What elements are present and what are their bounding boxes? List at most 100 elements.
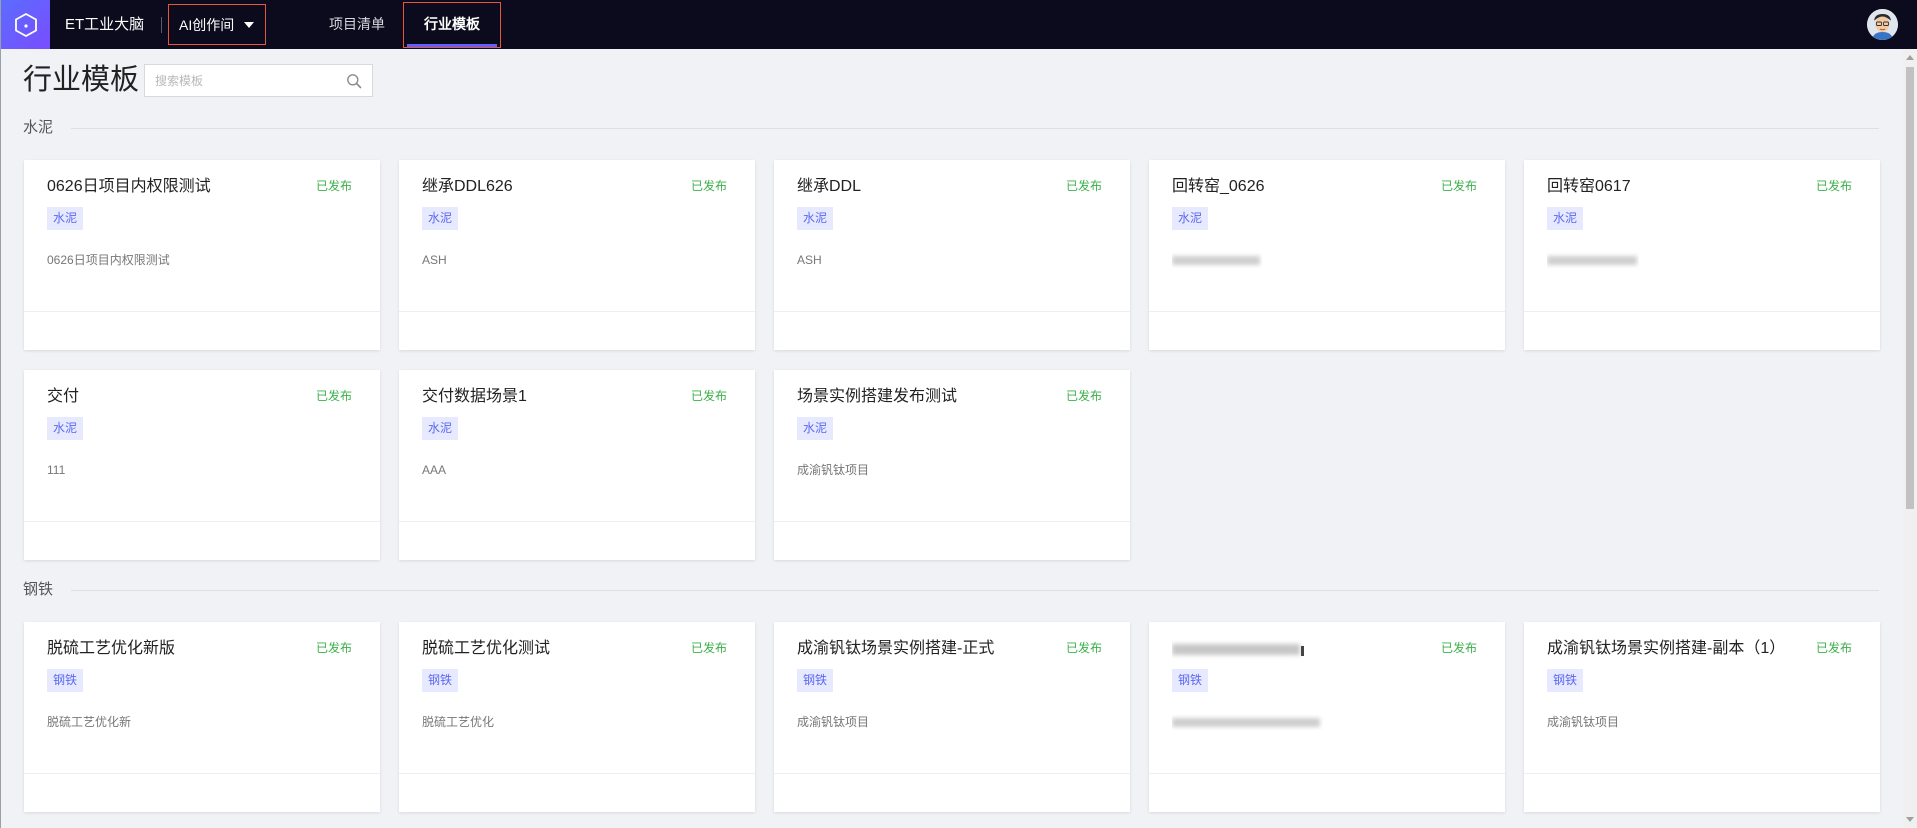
- card-title: 回转窑0617: [1547, 178, 1631, 195]
- industry-tag: 水泥: [422, 207, 459, 230]
- industry-tag: 钢铁: [1172, 669, 1209, 692]
- card-title: 脱硫工艺优化新版: [47, 640, 176, 657]
- vertical-scrollbar[interactable]: [1903, 49, 1917, 828]
- card-description: ASH: [797, 253, 822, 267]
- status-badge: 已发布: [690, 179, 727, 193]
- ai-studio-label: AI创作间: [179, 16, 235, 33]
- status-badge: 已发布: [1065, 179, 1102, 193]
- card-footer: [1149, 311, 1505, 350]
- redacted-text: [1172, 644, 1304, 656]
- section-divider: [71, 128, 1879, 129]
- card-title: 继承DDL: [797, 178, 862, 195]
- industry-tag: 水泥: [1547, 207, 1584, 230]
- card-title-redacted: [1172, 638, 1307, 667]
- card-footer: [24, 521, 380, 560]
- template-card[interactable]: 交付数据场景1 已发布 水泥 AAA: [399, 370, 755, 560]
- redacted-text: [1172, 256, 1260, 265]
- section-title-steel: 钢铁: [23, 581, 54, 598]
- status-badge: 已发布: [690, 389, 727, 403]
- card-description: 成渝钒钛项目: [797, 463, 870, 477]
- scroll-down-icon[interactable]: [1906, 817, 1914, 822]
- industry-tag: 钢铁: [47, 669, 84, 692]
- template-card[interactable]: 交付 已发布 水泥 111: [24, 370, 380, 560]
- card-title: 脱硫工艺优化测试: [422, 640, 551, 657]
- search-input[interactable]: [145, 65, 335, 96]
- status-badge: 已发布: [1440, 179, 1477, 193]
- card-description-redacted: [1547, 252, 1639, 272]
- top-navigation-bar: ET工业大脑 AI创作间 项目清单 行业模板: [1, 0, 1917, 49]
- industry-tag: 钢铁: [797, 669, 834, 692]
- template-card[interactable]: 继承DDL 已发布 水泥 ASH: [774, 160, 1130, 350]
- template-card[interactable]: 0626日项目内权限测试 已发布 水泥 0626日项目内权限测试: [24, 160, 380, 350]
- card-title: 交付: [47, 388, 80, 405]
- industry-tag: 水泥: [47, 417, 84, 440]
- card-title: 0626日项目内权限测试: [47, 178, 211, 195]
- template-card[interactable]: 继承DDL626 已发布 水泥 ASH: [399, 160, 755, 350]
- scrollbar-thumb[interactable]: [1906, 67, 1914, 509]
- scroll-up-icon[interactable]: [1906, 55, 1914, 60]
- card-description: 成渝钒钛项目: [1547, 715, 1620, 729]
- card-footer: [774, 773, 1130, 812]
- card-footer: [399, 773, 755, 812]
- card-footer: [399, 521, 755, 560]
- status-badge: 已发布: [1065, 641, 1102, 655]
- status-badge: 已发布: [315, 641, 352, 655]
- search-icon[interactable]: [346, 73, 362, 89]
- template-card[interactable]: 脱硫工艺优化新版 已发布 钢铁 脱硫工艺优化新: [24, 622, 380, 812]
- template-card[interactable]: 回转窑0617 已发布 水泥: [1524, 160, 1880, 350]
- card-description-redacted: [1172, 714, 1324, 734]
- card-footer: [24, 311, 380, 350]
- template-card[interactable]: 成渝钒钛场景实例搭建-副本（1） 已发布 钢铁 成渝钒钛项目: [1524, 622, 1880, 812]
- status-badge: 已发布: [1440, 641, 1477, 655]
- card-description: 脱硫工艺优化新: [47, 715, 132, 729]
- ai-studio-dropdown[interactable]: AI创作间: [168, 4, 266, 45]
- status-badge: 已发布: [690, 641, 727, 655]
- active-nav-indicator: [407, 44, 497, 47]
- status-badge: 已发布: [315, 179, 352, 193]
- nav-industry-templates[interactable]: 行业模板: [403, 2, 501, 48]
- logo-icon[interactable]: [1, 0, 50, 49]
- card-title: 场景实例搭建发布测试: [797, 388, 958, 405]
- card-description-redacted: [1172, 252, 1262, 272]
- nav-project-list[interactable]: 项目清单: [329, 0, 385, 49]
- card-footer: [1524, 311, 1880, 350]
- status-badge: 已发布: [1815, 641, 1852, 655]
- card-description: 脱硫工艺优化: [422, 715, 495, 729]
- card-title: 回转窑_0626: [1172, 178, 1265, 195]
- template-card[interactable]: 场景实例搭建发布测试 已发布 水泥 成渝钒钛项目: [774, 370, 1130, 560]
- industry-tag: 水泥: [47, 207, 84, 230]
- section-title-cement: 水泥: [23, 119, 54, 136]
- card-description: 成渝钒钛项目: [797, 715, 870, 729]
- card-title: 成渝钒钛场景实例搭建-正式: [797, 640, 995, 657]
- template-card[interactable]: 已发布 钢铁: [1149, 622, 1505, 812]
- industry-tag: 水泥: [422, 417, 459, 440]
- search-box: [144, 64, 373, 97]
- status-badge: 已发布: [1815, 179, 1852, 193]
- card-footer: [774, 311, 1130, 350]
- status-badge: 已发布: [315, 389, 352, 403]
- card-footer: [24, 773, 380, 812]
- avatar-icon: [1867, 9, 1898, 40]
- section-divider: [71, 590, 1879, 591]
- card-footer: [1149, 773, 1505, 812]
- card-description: ASH: [422, 253, 447, 267]
- industry-tag: 水泥: [797, 207, 834, 230]
- industry-tag: 水泥: [1172, 207, 1209, 230]
- industry-tag: 水泥: [797, 417, 834, 440]
- card-description: AAA: [422, 463, 447, 477]
- app-name[interactable]: ET工业大脑: [65, 0, 144, 49]
- industry-tag: 钢铁: [1547, 669, 1584, 692]
- card-title: 成渝钒钛场景实例搭建-副本（1）: [1547, 640, 1786, 657]
- template-card[interactable]: 成渝钒钛场景实例搭建-正式 已发布 钢铁 成渝钒钛项目: [774, 622, 1130, 812]
- status-badge: 已发布: [1065, 389, 1102, 403]
- page-title: 行业模板: [23, 64, 140, 96]
- card-footer: [1524, 773, 1880, 812]
- avatar[interactable]: [1867, 9, 1898, 40]
- template-card[interactable]: 脱硫工艺优化测试 已发布 钢铁 脱硫工艺优化: [399, 622, 755, 812]
- card-description: 111: [47, 463, 66, 477]
- template-card[interactable]: 回转窑_0626 已发布 水泥: [1149, 160, 1505, 350]
- card-description: 0626日项目内权限测试: [47, 253, 170, 267]
- divider: [161, 17, 162, 33]
- card-title: 交付数据场景1: [422, 388, 527, 405]
- card-footer: [399, 311, 755, 350]
